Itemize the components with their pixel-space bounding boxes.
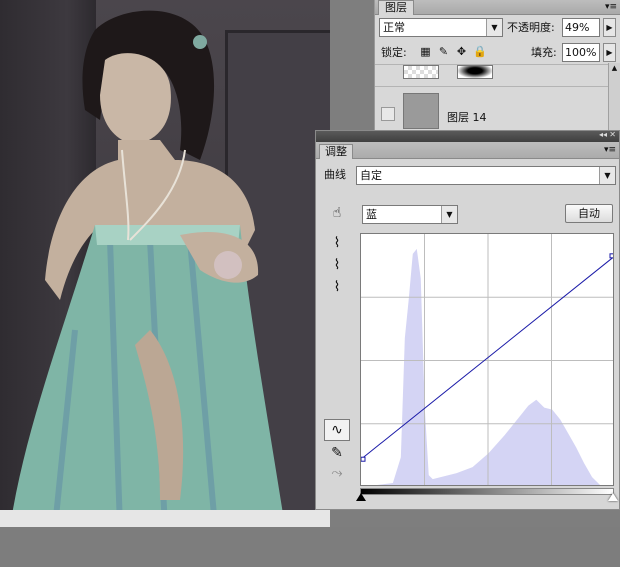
tab-layers[interactable]: 图层: [378, 0, 414, 15]
opacity-label: 不透明度:: [507, 21, 555, 34]
curve-point[interactable]: [609, 253, 614, 259]
preset-select[interactable]: 自定 ▼: [356, 166, 616, 185]
blend-mode-value: 正常: [383, 21, 405, 34]
curves-label: 曲线: [324, 168, 346, 181]
lock-icons: ▦ ✎ ✥ 🔒: [419, 45, 486, 58]
chevron-down-icon: ▼: [441, 206, 457, 223]
layer-name: 图层 14: [447, 111, 487, 124]
tab-adjustments[interactable]: 调整: [319, 144, 353, 159]
channel-value: 蓝: [366, 208, 377, 221]
lock-label: 锁定:: [381, 46, 407, 59]
panel-menu-icon[interactable]: ▾≡: [605, 1, 617, 13]
preset-value: 自定: [360, 169, 382, 182]
layer-visibility-toggle[interactable]: [381, 107, 395, 121]
white-point-slider[interactable]: [608, 493, 618, 501]
layer-row[interactable]: [375, 64, 609, 85]
pencil-icon[interactable]: ✎: [324, 443, 350, 463]
adjustments-panel: ◂◂ ✕ 调整 ▾≡ 曲线 自定 ▼ ☝ 蓝 ▼ 自动 ⌇ ⌇ ⌇ ∿ ✎ ⤳: [315, 130, 620, 510]
lock-row: 锁定: ▦ ✎ ✥ 🔒 填充: 100% ▶: [375, 42, 620, 66]
opacity-field[interactable]: 49%: [562, 18, 600, 37]
layers-scrollbar[interactable]: ▲: [608, 63, 620, 130]
channel-select[interactable]: 蓝 ▼: [362, 205, 458, 224]
lock-all-icon[interactable]: 🔒: [473, 45, 487, 58]
opacity-slider-button[interactable]: ▶: [603, 18, 616, 37]
smooth-icon[interactable]: ⤳: [324, 463, 350, 483]
layer-thumbnail: [403, 65, 439, 79]
black-point-slider[interactable]: [356, 493, 366, 501]
input-gradient-bar: [360, 488, 614, 495]
lock-brush-icon[interactable]: ✎: [437, 45, 450, 58]
fill-slider-button[interactable]: ▶: [603, 43, 616, 62]
close-icon[interactable]: ✕: [609, 130, 616, 139]
canvas-edge: [0, 510, 330, 527]
eyedropper-white-icon[interactable]: ⌇: [324, 277, 350, 297]
panel-menu-icon[interactable]: ▾≡: [604, 144, 616, 156]
eyedropper-black-icon[interactable]: ⌇: [324, 233, 350, 253]
blend-mode-select[interactable]: 正常 ▼: [379, 18, 503, 37]
workspace-background: [0, 527, 620, 567]
layers-tabbar: 图层 ▾≡: [375, 0, 620, 15]
auto-button[interactable]: 自动: [565, 204, 613, 223]
canvas-photo: [0, 0, 330, 527]
hand-adjust-icon[interactable]: ☝: [324, 203, 350, 223]
blend-row: 正常 ▼ 不透明度: 49% ▶: [375, 17, 620, 41]
scroll-up-icon[interactable]: ▲: [609, 63, 620, 73]
layers-panel: 图层 ▾≡ 正常 ▼ 不透明度: 49% ▶ 锁定: ▦ ✎ ✥ 🔒 填充: 1…: [374, 0, 620, 130]
curves-graph[interactable]: [360, 233, 614, 486]
lock-move-icon[interactable]: ✥: [455, 45, 468, 58]
layer-row[interactable]: 图层 14: [375, 86, 609, 130]
chevron-down-icon: ▼: [486, 19, 502, 36]
adjustments-titlebar: ◂◂ ✕: [316, 130, 619, 142]
adjustments-tabbar: 调整 ▾≡: [316, 142, 619, 159]
woman-figure: [10, 10, 285, 527]
curve-point[interactable]: [361, 456, 366, 462]
curve-point-icon[interactable]: ∿: [324, 419, 350, 441]
collapse-icon[interactable]: ◂◂: [599, 130, 607, 139]
layer-mask-thumbnail: [457, 65, 493, 79]
fill-label: 填充:: [531, 46, 557, 59]
eyedropper-gray-icon[interactable]: ⌇: [324, 255, 350, 275]
layer-thumbnail: [403, 93, 439, 129]
fill-field[interactable]: 100%: [562, 43, 600, 62]
lock-transparent-icon[interactable]: ▦: [419, 45, 432, 58]
chevron-down-icon: ▼: [599, 167, 615, 184]
curves-chart[interactable]: [361, 234, 614, 486]
